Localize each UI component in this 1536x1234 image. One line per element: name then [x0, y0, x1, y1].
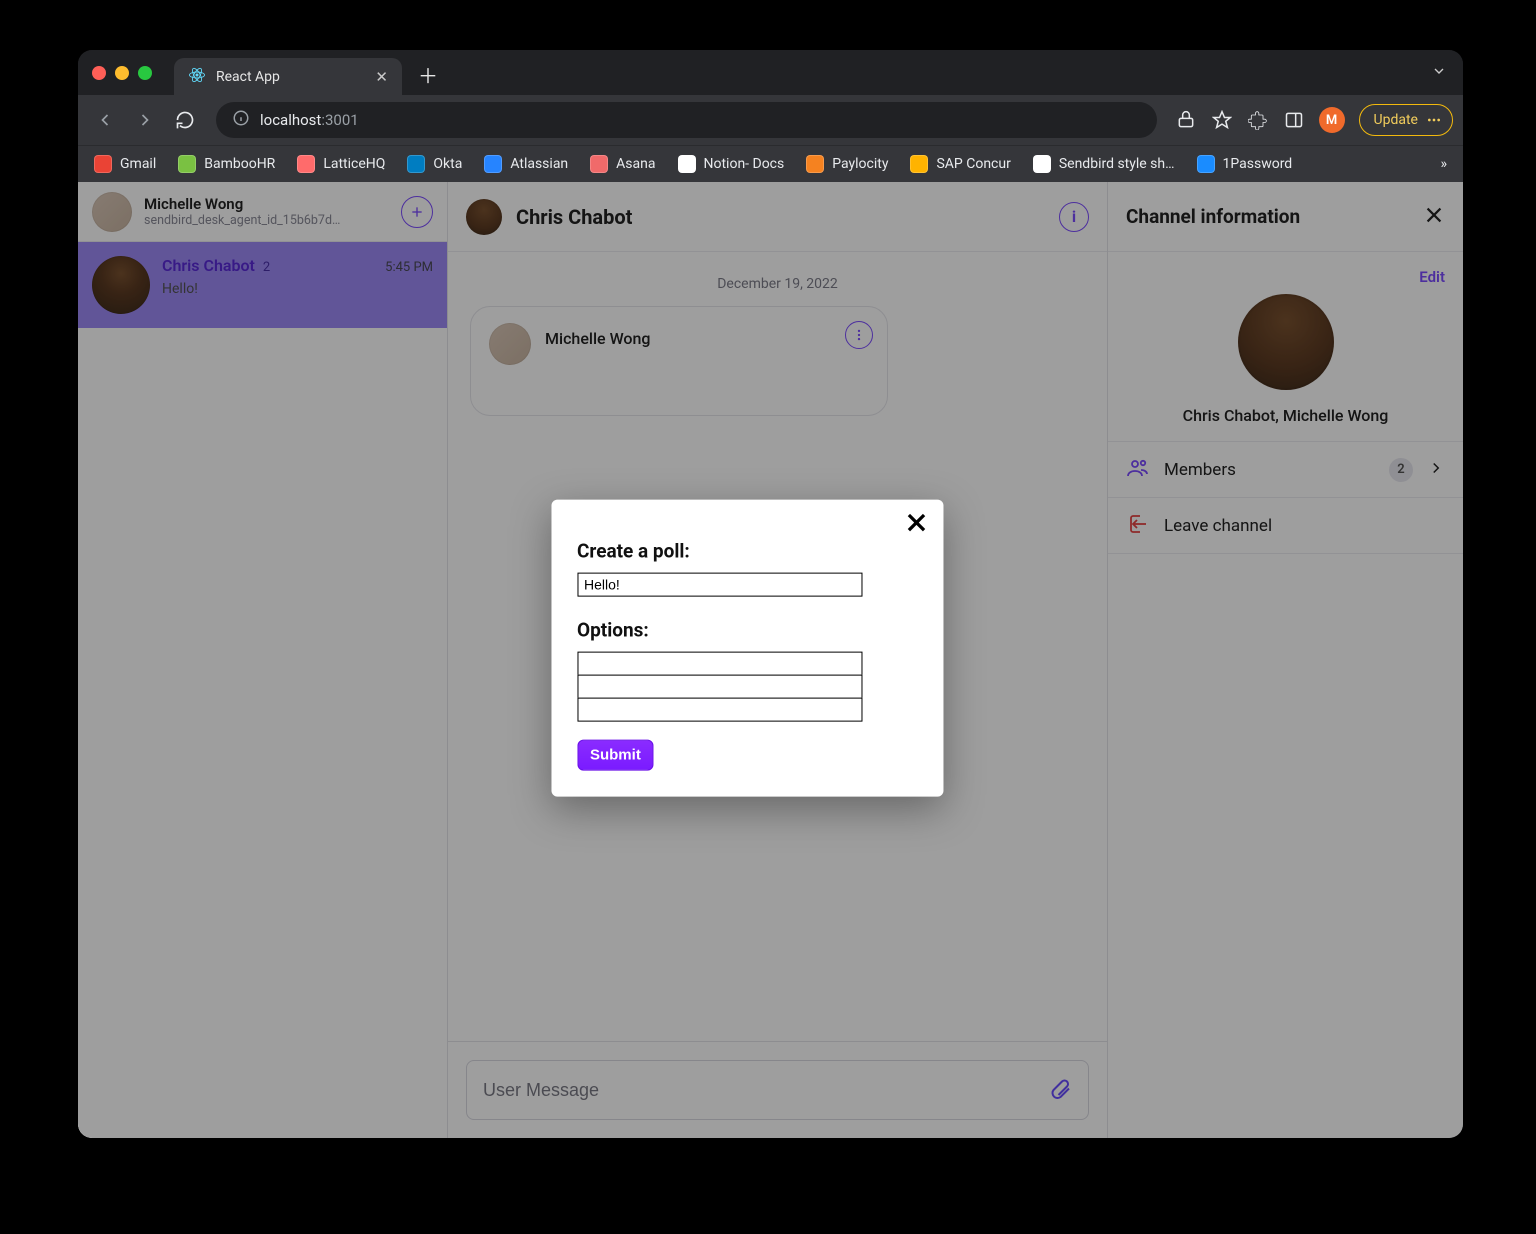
- bookmark-label: Gmail: [120, 156, 156, 172]
- browser-tab-title: React App: [216, 69, 280, 85]
- poll-title-input[interactable]: [577, 573, 862, 597]
- bookmark-item[interactable]: Sendbird style sh…: [1025, 151, 1183, 177]
- bookmark-item[interactable]: BambooHR: [170, 151, 283, 177]
- site-info-icon[interactable]: [232, 109, 250, 131]
- browser-update-button[interactable]: Update: [1359, 104, 1453, 136]
- nav-forward-button[interactable]: [128, 103, 162, 137]
- bookmark-favicon: [178, 155, 196, 173]
- bookmark-label: Notion- Docs: [704, 156, 785, 172]
- profile-avatar[interactable]: M: [1319, 107, 1345, 133]
- extensions-icon[interactable]: [1243, 105, 1273, 135]
- bookmark-star-icon[interactable]: [1207, 105, 1237, 135]
- bookmark-favicon: [407, 155, 425, 173]
- bookmark-favicon: [590, 155, 608, 173]
- bookmark-label: Okta: [433, 156, 462, 172]
- tab-close-button[interactable]: ✕: [375, 68, 388, 86]
- bookmark-label: Asana: [616, 156, 655, 172]
- bookmark-favicon: [1197, 155, 1215, 173]
- update-label: Update: [1374, 112, 1418, 128]
- bookmark-item[interactable]: Paylocity: [798, 151, 896, 177]
- create-poll-modal: Create a poll: Options: Submit: [551, 500, 943, 797]
- browser-tab[interactable]: React App ✕: [174, 58, 402, 96]
- bookmark-label: Sendbird style sh…: [1059, 156, 1175, 172]
- poll-option-input-1[interactable]: [577, 652, 862, 676]
- bookmark-favicon: [297, 155, 315, 173]
- window-titlebar: React App ✕ ＋: [78, 50, 1463, 95]
- poll-options-label: Options:: [577, 619, 917, 642]
- window-maximize-button[interactable]: [138, 66, 152, 80]
- bookmark-favicon: [484, 155, 502, 173]
- bookmarks-overflow-button[interactable]: »: [1440, 156, 1455, 172]
- app-viewport: Michelle Wong sendbird_desk_agent_id_15b…: [78, 182, 1463, 1138]
- nav-reload-button[interactable]: [168, 103, 202, 137]
- window-minimize-button[interactable]: [115, 66, 129, 80]
- nav-back-button[interactable]: [88, 103, 122, 137]
- browser-toolbar: localhost:3001 M Update: [78, 95, 1463, 145]
- bookmark-label: LatticeHQ: [323, 156, 385, 172]
- bookmark-label: 1Password: [1223, 156, 1293, 172]
- window-close-button[interactable]: [92, 66, 106, 80]
- bookmark-item[interactable]: Okta: [399, 151, 470, 177]
- bookmark-label: Atlassian: [510, 156, 568, 172]
- bookmark-favicon: [678, 155, 696, 173]
- poll-submit-button[interactable]: Submit: [577, 740, 654, 771]
- bookmark-favicon: [94, 155, 112, 173]
- poll-option-input-2[interactable]: [577, 675, 862, 699]
- bookmark-favicon: [910, 155, 928, 173]
- tabs-menu-button[interactable]: [1431, 63, 1447, 83]
- bookmark-item[interactable]: Gmail: [86, 151, 164, 177]
- bookmark-item[interactable]: 1Password: [1189, 151, 1301, 177]
- bookmark-item[interactable]: SAP Concur: [902, 151, 1018, 177]
- new-tab-button[interactable]: ＋: [418, 60, 438, 89]
- bookmarks-bar: Gmail BambooHR LatticeHQ Okta Atlassian Asana…: [78, 145, 1463, 182]
- react-icon: [188, 66, 206, 88]
- bookmark-favicon: [806, 155, 824, 173]
- bookmark-label: Paylocity: [832, 156, 888, 172]
- poll-title-label: Create a poll:: [577, 540, 917, 563]
- bookmark-label: BambooHR: [204, 156, 275, 172]
- side-panel-icon[interactable]: [1279, 105, 1309, 135]
- poll-option-input-3[interactable]: [577, 698, 862, 722]
- window-controls: [92, 66, 152, 80]
- bookmark-item[interactable]: LatticeHQ: [289, 151, 393, 177]
- browser-window: React App ✕ ＋ localhost:3001: [78, 50, 1463, 1138]
- address-bar[interactable]: localhost:3001: [216, 102, 1157, 138]
- bookmark-item[interactable]: Asana: [582, 151, 663, 177]
- share-icon[interactable]: [1171, 105, 1201, 135]
- bookmark-label: SAP Concur: [936, 156, 1010, 172]
- address-bar-url: localhost:3001: [260, 111, 359, 129]
- bookmark-item[interactable]: Notion- Docs: [670, 151, 793, 177]
- bookmark-item[interactable]: Atlassian: [476, 151, 576, 177]
- modal-close-button[interactable]: [903, 510, 929, 540]
- bookmark-favicon: [1033, 155, 1051, 173]
